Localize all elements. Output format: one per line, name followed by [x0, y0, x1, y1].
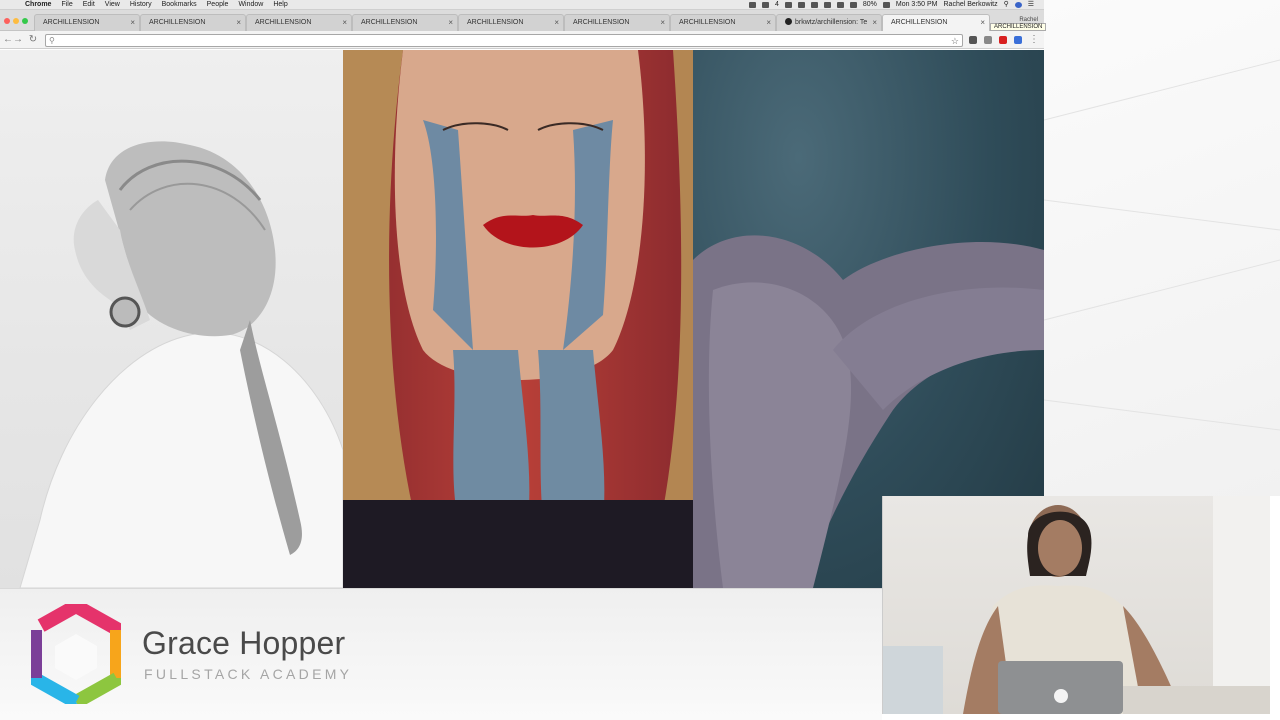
- battery-percent[interactable]: 80%: [863, 0, 877, 10]
- status-badge-count: 4: [774, 0, 779, 8]
- mac-menu-bar: Chrome File Edit View History Bookmarks …: [0, 0, 1044, 10]
- tab-close-icon[interactable]: ×: [236, 15, 241, 31]
- speaker-webcam-video: [882, 496, 1270, 714]
- tab-title: brkwtz/archillension: Te: [795, 19, 868, 26]
- tab-title: ARCHILLENSION: [361, 19, 418, 26]
- tab-close-icon[interactable]: ×: [660, 15, 665, 31]
- reload-button[interactable]: ↻: [27, 33, 39, 47]
- tab-close-icon[interactable]: ×: [448, 15, 453, 31]
- status-icon[interactable]: [797, 1, 805, 8]
- battery-icon[interactable]: [882, 1, 890, 8]
- forward-button[interactable]: →: [12, 33, 24, 47]
- extension-icon[interactable]: [984, 36, 992, 44]
- menu-view[interactable]: View: [100, 0, 125, 10]
- menu-help[interactable]: Help: [268, 0, 292, 10]
- menu-window[interactable]: Window: [233, 0, 268, 10]
- browser-toolbar: ← → ↻ ⚲ ☆ ⋮: [0, 31, 1044, 49]
- tab-title: ARCHILLENSION: [573, 19, 630, 26]
- gallery-photo-2[interactable]: [343, 50, 693, 588]
- tab-title: ARCHILLENSION: [149, 19, 206, 26]
- tab-close-icon[interactable]: ×: [342, 15, 347, 31]
- search-icon: ⚲: [49, 36, 55, 45]
- notification-center-icon[interactable]: ☰: [1028, 0, 1034, 10]
- pocket-icon[interactable]: [969, 36, 977, 44]
- photo-profile-woman-bw: [19, 141, 343, 588]
- browser-tab[interactable]: ARCHILLENSION ×: [458, 14, 564, 31]
- browser-tab[interactable]: ARCHILLENSION ×: [670, 14, 776, 31]
- browser-tab[interactable]: ARCHILLENSION ×: [34, 14, 140, 31]
- tab-close-icon[interactable]: ×: [872, 15, 877, 31]
- bluetooth-icon[interactable]: [823, 1, 831, 8]
- lower-third-banner: Grace Hopper FULLSTACK ACADEMY: [0, 588, 882, 720]
- menu-history[interactable]: History: [125, 0, 157, 10]
- chrome-menu-icon[interactable]: ⋮: [1028, 33, 1040, 47]
- extension-icon[interactable]: [999, 36, 1007, 44]
- browser-tab[interactable]: ARCHILLENSION ×: [352, 14, 458, 31]
- tab-tooltip: ARCHILLENSION: [990, 23, 1047, 31]
- tab-title: ARCHILLENSION: [255, 19, 312, 26]
- speaker-figure: [883, 496, 1270, 714]
- menu-bookmarks[interactable]: Bookmarks: [157, 0, 202, 10]
- menu-people[interactable]: People: [202, 0, 234, 10]
- status-icon[interactable]: [748, 1, 756, 8]
- address-input[interactable]: [58, 36, 938, 46]
- backdrop-pattern: [1043, 59, 1280, 431]
- status-icon[interactable]: [784, 1, 792, 8]
- address-bar[interactable]: ⚲ ☆: [45, 34, 963, 47]
- tab-strip: ARCHILLENSION × ARCHILLENSION × ARCHILLE…: [0, 10, 1044, 31]
- tab-close-icon[interactable]: ×: [766, 15, 771, 31]
- menu-bar-status-area: 4 80% Mon 3:50 PM Rachel Berkowitz ⚲ ☰: [748, 0, 1044, 10]
- spotlight-icon[interactable]: ⚲: [1004, 0, 1009, 10]
- volume-icon[interactable]: [849, 1, 857, 8]
- extension-icon[interactable]: [1014, 36, 1022, 44]
- menu-edit[interactable]: Edit: [78, 0, 100, 10]
- menu-app-name[interactable]: Chrome: [20, 0, 56, 10]
- browser-tab[interactable]: ARCHILLENSION ×: [246, 14, 352, 31]
- browser-tab-active[interactable]: ARCHILLENSION ×: [882, 14, 990, 31]
- github-icon: [785, 18, 792, 25]
- tab-title: ARCHILLENSION: [467, 19, 524, 26]
- banner-subtitle: FULLSTACK ACADEMY: [144, 666, 353, 682]
- tab-title: ARCHILLENSION: [43, 19, 100, 26]
- screen: Chrome File Edit View History Bookmarks …: [0, 0, 1280, 720]
- browser-tab[interactable]: ARCHILLENSION ×: [140, 14, 246, 31]
- bookmark-star-icon[interactable]: ☆: [951, 35, 959, 47]
- tab-close-icon[interactable]: ×: [980, 15, 985, 31]
- siri-icon[interactable]: [1014, 1, 1022, 8]
- tab-close-icon[interactable]: ×: [130, 15, 135, 31]
- status-icon[interactable]: [761, 1, 769, 8]
- banner-title: Grace Hopper: [142, 625, 346, 661]
- window-zoom-icon[interactable]: [22, 18, 28, 24]
- menu-file[interactable]: File: [56, 0, 77, 10]
- tab-title: ARCHILLENSION: [679, 19, 736, 26]
- browser-tab-github[interactable]: brkwtz/archillension: Te ×: [776, 14, 882, 31]
- browser-tab[interactable]: ARCHILLENSION ×: [564, 14, 670, 31]
- status-icon[interactable]: [810, 1, 818, 8]
- tab-title: ARCHILLENSION: [891, 19, 948, 26]
- menu-bar-clock[interactable]: Mon 3:50 PM: [896, 0, 938, 10]
- window-minimize-icon[interactable]: [13, 18, 19, 24]
- tab-close-icon[interactable]: ×: [554, 15, 559, 31]
- menu-bar-user[interactable]: Rachel Berkowitz: [944, 0, 998, 10]
- gallery-photo-1[interactable]: [0, 50, 343, 588]
- wifi-icon[interactable]: [836, 1, 844, 8]
- presentation-backdrop: [1043, 0, 1280, 496]
- photo-face-painted: [343, 50, 693, 588]
- window-close-icon[interactable]: [4, 18, 10, 24]
- grace-hopper-logo-icon: [31, 604, 121, 704]
